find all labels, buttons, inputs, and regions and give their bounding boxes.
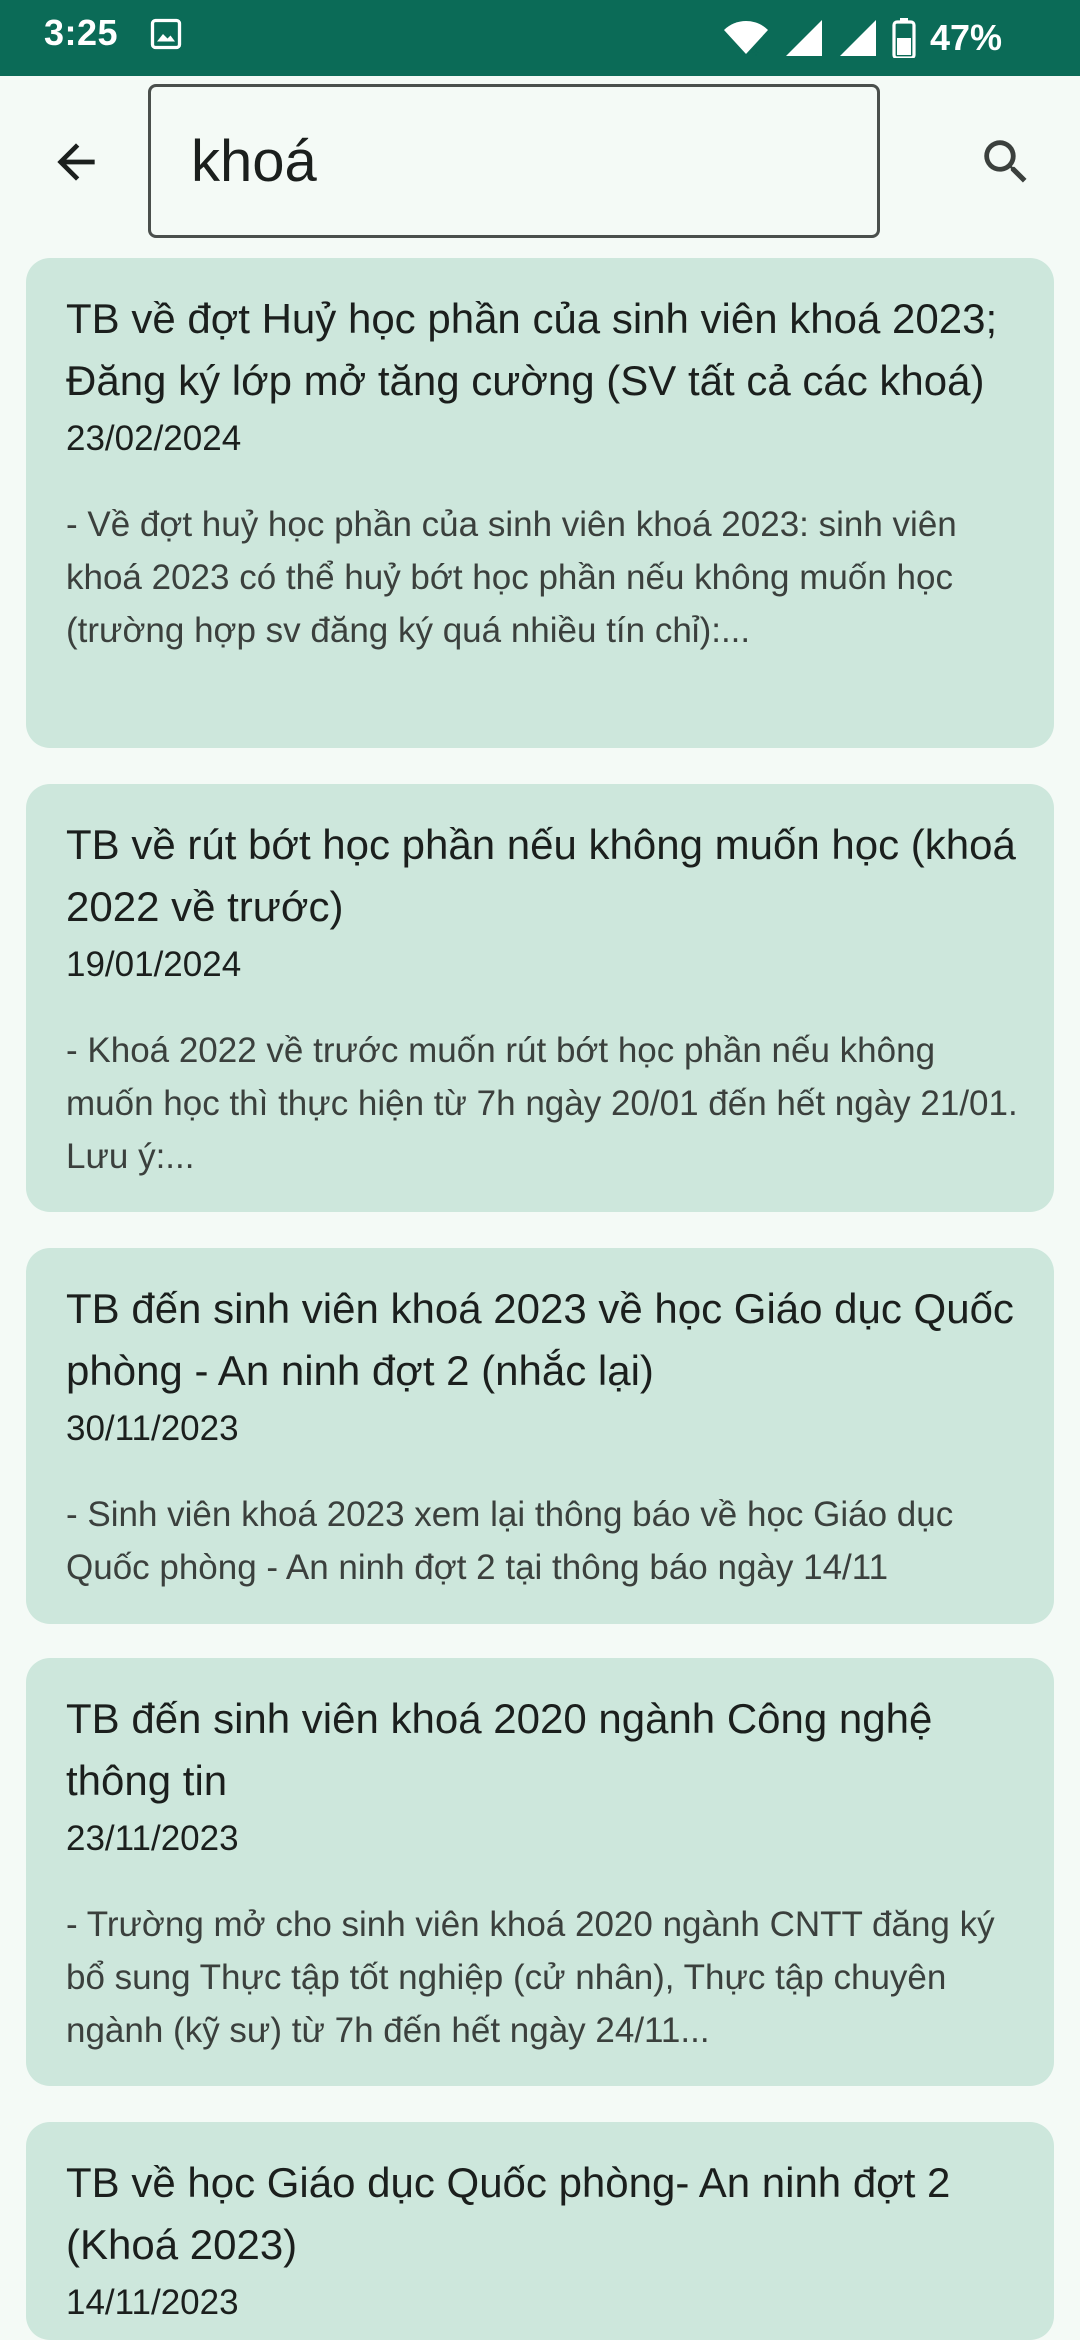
result-title: TB về đợt Huỷ học phần của sinh viên kho… (66, 295, 998, 404)
search-button[interactable] (968, 124, 1044, 200)
result-date: 23/02/2024 (66, 419, 242, 458)
result-date: 19/01/2024 (66, 945, 242, 984)
result-card[interactable]: TB về học Giáo dục Quốc phòng- An ninh đ… (26, 2122, 1054, 2340)
result-date: 14/11/2023 (66, 2283, 239, 2322)
result-card[interactable]: TB đến sinh viên khoá 2023 về học Giáo d… (26, 1248, 1054, 1624)
result-excerpt: - Sinh viên khoá 2023 xem lại thông báo … (66, 1495, 954, 1587)
search-icon (984, 140, 1027, 183)
status-time: 3:25 (44, 12, 119, 53)
wifi-icon: 4 (723, 21, 768, 58)
search-app-bar (0, 76, 1080, 248)
result-date: 30/11/2023 (66, 1409, 239, 1448)
result-excerpt: - Khoá 2022 về trước muốn rút bớt học ph… (66, 1031, 1018, 1176)
result-date: 23/11/2023 (66, 1819, 239, 1858)
battery-percentage: 47% (929, 17, 1002, 58)
result-card[interactable]: TB về rút bớt học phần nếu không muốn họ… (26, 784, 1054, 1212)
status-bar: 3:25 4 47% (0, 0, 1080, 76)
result-title: TB về học Giáo dục Quốc phòng- An ninh đ… (66, 2159, 951, 2268)
gallery-icon (150, 18, 182, 50)
arrow-back-icon (57, 143, 95, 181)
result-title: TB đến sinh viên khoá 2023 về học Giáo d… (66, 1285, 1014, 1394)
result-title: TB đến sinh viên khoá 2020 ngành Công ng… (66, 1695, 933, 1804)
signal-icon (839, 20, 876, 56)
search-input[interactable] (151, 87, 877, 235)
result-title: TB về rút bớt học phần nếu không muốn họ… (66, 821, 1016, 930)
battery-icon (892, 18, 916, 58)
status-icons: 4 47% (722, 12, 1002, 64)
signal-icon (785, 20, 822, 56)
svg-text:4: 4 (750, 44, 759, 58)
search-field (148, 84, 880, 238)
result-card[interactable]: TB đến sinh viên khoá 2020 ngành Công ng… (26, 1658, 1054, 2086)
result-excerpt: - Về đợt huỷ học phần của sinh viên khoá… (66, 505, 957, 650)
back-button[interactable] (40, 126, 112, 198)
result-excerpt: - Trường mở cho sinh viên khoá 2020 ngàn… (66, 1905, 995, 2050)
result-card[interactable]: TB về đợt Huỷ học phần của sinh viên kho… (26, 258, 1054, 748)
